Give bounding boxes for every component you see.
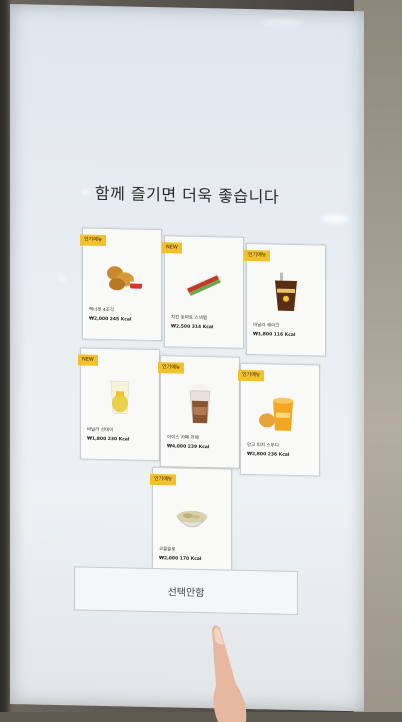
menu-item-price: ₩1,800 116 Kcal — [253, 332, 296, 338]
light-reflection — [58, 277, 66, 282]
menu-badge: 인기메뉴 — [150, 473, 177, 486]
menu-item-price: ₩2,500 314 Kcal — [171, 324, 214, 331]
light-reflection — [322, 214, 348, 224]
menu-item-name: 망고 피치 스무디 — [247, 442, 279, 449]
menu-item-name: 맥너겟 4조각 — [89, 307, 114, 314]
menu-item-card[interactable]: 인기메뉴 바닐라 쉐이크 ₩1,800 116 Kcal — [244, 242, 326, 357]
menu-item-price: ₩1,800 230 Kcal — [87, 436, 130, 443]
mango-smoothie-icon — [259, 397, 293, 431]
menu-item-price: ₩2,000 245 Kcal — [89, 316, 132, 323]
snack-wrap-icon — [185, 273, 223, 297]
menu-badge: NEW — [78, 354, 98, 366]
no-thanks-button[interactable]: 선택안함 — [74, 566, 298, 616]
menu-item-price: ₩2,000 170 Kcal — [159, 556, 202, 563]
menu-item-card[interactable]: 인기메뉴 아이스 카페 라떼 ₩4,000 239 Kcal — [158, 355, 240, 469]
pointing-finger — [212, 625, 247, 722]
coleslaw-icon — [176, 510, 208, 528]
menu-item-name: 바닐라 선데이 — [87, 427, 114, 434]
kiosk-screen: 함께 즐기면 더욱 좋습니다 인기메뉴 맥너겟 4조각 ₩2,000 245 K… — [10, 4, 364, 712]
menu-badge: 인기메뉴 — [244, 249, 271, 262]
light-reflection — [262, 19, 302, 27]
menu-badge: 인기메뉴 — [158, 362, 185, 374]
iced-latte-icon — [189, 383, 211, 424]
shake-icon — [275, 272, 297, 311]
menu-badge: NEW — [162, 242, 182, 254]
menu-item-price: ₩4,000 239 Kcal — [167, 444, 210, 451]
sundae-icon — [110, 380, 130, 414]
menu-item-name: 코울슬로 — [159, 547, 176, 553]
menu-item-card[interactable]: 인기메뉴 맥너겟 4조각 ₩2,000 245 Kcal — [80, 227, 162, 342]
page-title: 함께 즐기면 더욱 좋습니다 — [94, 183, 280, 207]
menu-badge: 인기메뉴 — [238, 369, 265, 382]
menu-item-price: ₩2,800 236 Kcal — [247, 451, 290, 458]
nuggets-icon — [107, 266, 142, 291]
menu-badge: 인기메뉴 — [80, 234, 107, 247]
menu-item-name: 치킨 토마토 스낵랩 — [171, 315, 207, 322]
menu-item-name: 바닐라 쉐이크 — [253, 323, 280, 329]
menu-item-card[interactable]: 인기메뉴 망고 피치 스무디 ₩2,800 236 Kcal — [238, 362, 320, 477]
menu-item-card[interactable]: NEW 치킨 토마토 스낵랩 ₩2,500 314 Kcal — [162, 235, 244, 349]
menu-item-card[interactable]: NEW 바닐라 선데이 ₩1,800 230 Kcal — [78, 347, 160, 462]
menu-item-card[interactable]: 인기메뉴 코울슬로 ₩2,000 170 Kcal — [150, 466, 232, 581]
menu-item-name: 아이스 카페 라떼 — [167, 435, 199, 441]
